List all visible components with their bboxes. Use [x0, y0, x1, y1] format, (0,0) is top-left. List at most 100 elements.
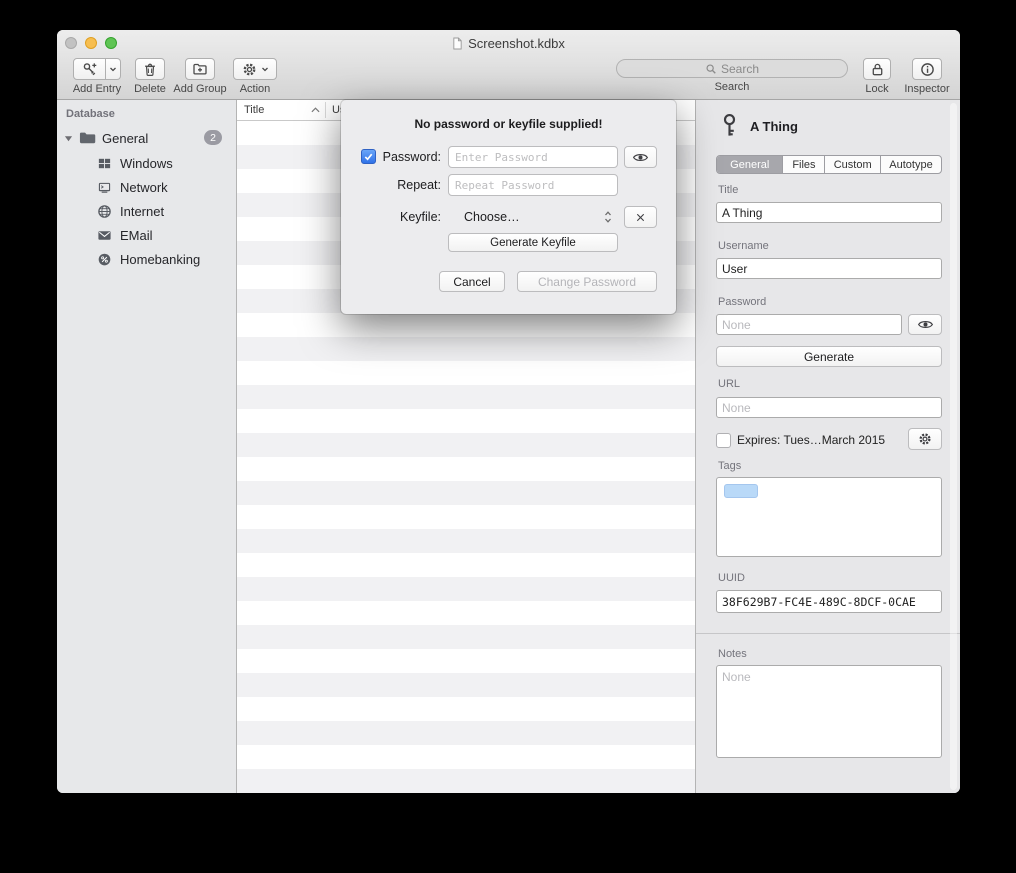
- entry-header: A Thing: [722, 112, 798, 140]
- change-password-button[interactable]: Change Password: [517, 271, 657, 292]
- column-header-title[interactable]: Title: [244, 104, 264, 116]
- add-group-group: Add Group: [169, 58, 231, 95]
- url-field-label: URL: [718, 378, 740, 390]
- add-entry-label: Add Entry: [73, 83, 121, 95]
- desktop-background: Screenshot.kdbx: [0, 0, 1016, 873]
- notes-field[interactable]: [716, 665, 942, 758]
- percent-coin-icon: [97, 252, 112, 267]
- add-entry-button[interactable]: [73, 58, 106, 80]
- add-entry-group: Add Entry: [66, 58, 128, 95]
- inspector-button[interactable]: [912, 58, 942, 80]
- lock-label: Lock: [865, 83, 888, 95]
- username-field[interactable]: [716, 258, 942, 279]
- window-title: Screenshot.kdbx: [468, 36, 565, 51]
- search-input[interactable]: Search: [616, 59, 848, 78]
- sidebar-item-label: General: [102, 131, 148, 146]
- envelope-icon: [97, 228, 112, 243]
- uuid-field[interactable]: [716, 590, 942, 613]
- document-icon: [452, 37, 463, 50]
- toolbar: Add Entry Delete: [57, 56, 960, 100]
- dialog-message: No password or keyfile supplied!: [341, 117, 676, 131]
- action-label: Action: [240, 83, 271, 95]
- keyfile-popup[interactable]: Choose…: [448, 206, 618, 228]
- expires-checkbox[interactable]: [716, 433, 731, 448]
- tags-field-label: Tags: [718, 460, 741, 472]
- search-label: Search: [715, 81, 750, 93]
- tag-pill[interactable]: [724, 484, 758, 498]
- tab-autotype[interactable]: Autotype: [881, 156, 941, 173]
- entry-count-badge: 2: [204, 130, 222, 145]
- delete-group: Delete: [128, 58, 172, 95]
- expires-settings-button[interactable]: [908, 428, 942, 450]
- action-group: Action: [233, 58, 277, 95]
- entry-title: A Thing: [750, 119, 798, 134]
- chevron-down-icon: [109, 65, 117, 73]
- eye-icon: [632, 152, 649, 163]
- password-input[interactable]: [448, 146, 618, 168]
- sidebar-item-network[interactable]: Network: [57, 175, 236, 199]
- reveal-password-button[interactable]: [908, 314, 942, 335]
- sidebar-item-homebanking[interactable]: Homebanking: [57, 247, 236, 271]
- lock-icon: [870, 62, 885, 77]
- clear-keyfile-button[interactable]: [624, 206, 657, 228]
- inspector-scrollbar[interactable]: [950, 103, 957, 790]
- sidebar-item-windows[interactable]: Windows: [57, 151, 236, 175]
- action-button[interactable]: [233, 58, 277, 80]
- search-icon: [705, 63, 717, 75]
- inspector-tabs: General Files Custom Autotype: [716, 155, 942, 174]
- sidebar-item-general[interactable]: General 2: [57, 126, 236, 150]
- repeat-label: Repeat:: [371, 178, 441, 192]
- minimize-button[interactable]: [85, 37, 97, 49]
- notes-field-label: Notes: [718, 648, 747, 660]
- search-placeholder: Search: [721, 62, 759, 76]
- tags-field[interactable]: [716, 477, 942, 557]
- lock-group: Lock: [858, 58, 896, 95]
- gear-icon: [918, 432, 932, 446]
- tab-custom[interactable]: Custom: [825, 156, 881, 173]
- cancel-button[interactable]: Cancel: [439, 271, 505, 292]
- display-icon: [97, 180, 112, 195]
- delete-button[interactable]: [135, 58, 165, 80]
- sidebar-item-label: Windows: [120, 156, 173, 171]
- zoom-button[interactable]: [105, 37, 117, 49]
- keyfile-label: Keyfile:: [371, 210, 441, 224]
- tab-general[interactable]: General: [717, 156, 783, 173]
- gear-icon: [242, 62, 257, 77]
- trash-icon: [142, 61, 158, 77]
- titlebar: Screenshot.kdbx: [117, 35, 900, 51]
- sidebar-item-label: Homebanking: [120, 252, 200, 267]
- lock-button[interactable]: [863, 58, 891, 80]
- add-entry-menu-button[interactable]: [106, 58, 121, 80]
- info-icon: [920, 62, 935, 77]
- repeat-input[interactable]: [448, 174, 618, 196]
- title-field[interactable]: [716, 202, 942, 223]
- sidebar-item-email[interactable]: EMail: [57, 223, 236, 247]
- sidebar-item-label: EMail: [120, 228, 153, 243]
- search-group: Search Search: [616, 58, 848, 93]
- close-button[interactable]: [65, 37, 77, 49]
- uuid-field-label: UUID: [718, 572, 745, 584]
- title-field-label: Title: [718, 184, 738, 196]
- sidebar: Database General 2 Windows: [57, 100, 237, 793]
- url-field[interactable]: [716, 397, 942, 418]
- chevron-down-icon: [261, 65, 269, 73]
- expires-row: Expires: Tues…March 2015: [716, 431, 885, 449]
- key-plus-icon: [82, 61, 98, 77]
- folder-plus-icon: [192, 61, 208, 77]
- generate-password-button[interactable]: Generate: [716, 346, 942, 367]
- sidebar-item-internet[interactable]: Internet: [57, 199, 236, 223]
- column-divider[interactable]: [325, 102, 326, 118]
- globe-icon: [97, 204, 112, 219]
- app-window: Screenshot.kdbx: [57, 30, 960, 793]
- password-field[interactable]: [716, 314, 902, 335]
- generate-keyfile-button[interactable]: Generate Keyfile: [448, 233, 618, 252]
- add-group-label: Add Group: [173, 83, 226, 95]
- disclosure-triangle-icon[interactable]: [64, 134, 73, 143]
- stepper-icon: [604, 210, 612, 224]
- delete-label: Delete: [134, 83, 166, 95]
- reveal-password-button[interactable]: [624, 146, 657, 168]
- sort-asc-icon: [311, 107, 320, 113]
- tab-files[interactable]: Files: [783, 156, 825, 173]
- add-group-button[interactable]: [185, 58, 215, 80]
- key-icon: [722, 113, 737, 139]
